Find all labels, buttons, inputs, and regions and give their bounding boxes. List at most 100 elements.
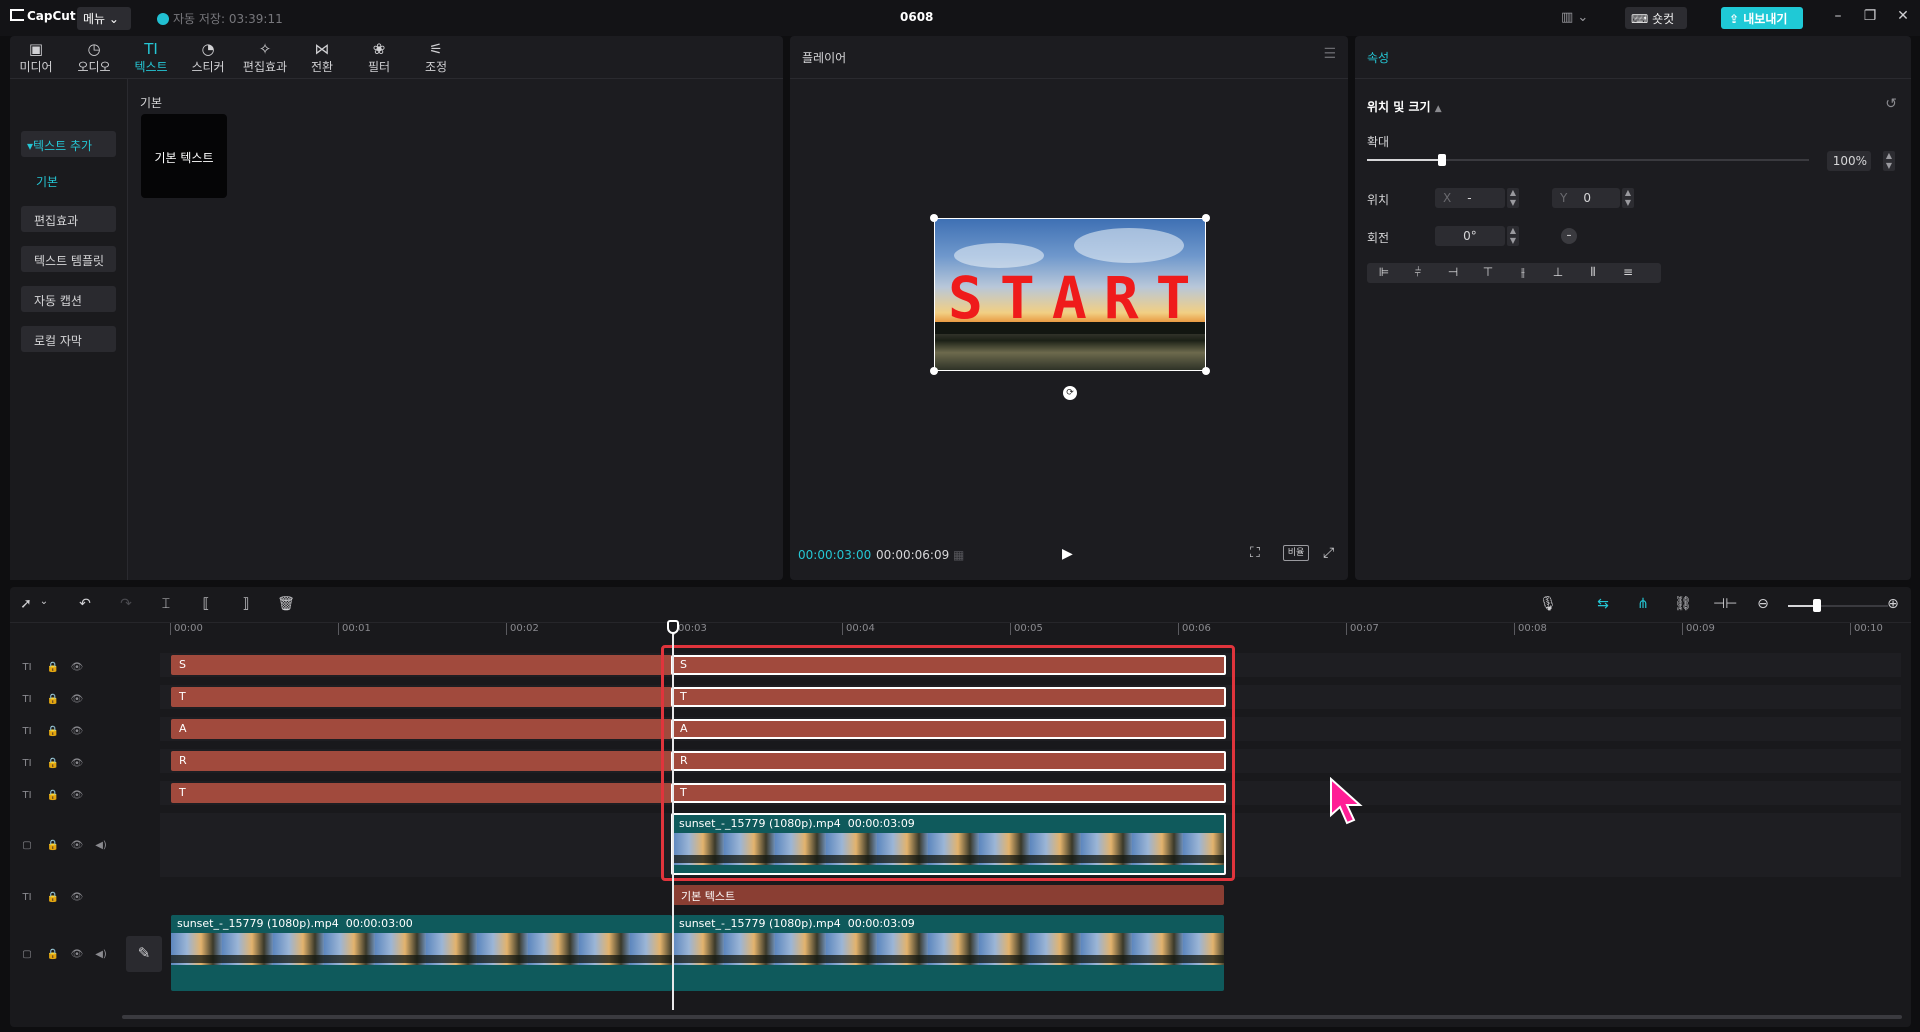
tab-media[interactable]: ▣ 미디어 (10, 40, 62, 75)
sidebar-item-effects[interactable]: 편집효과 (21, 206, 116, 232)
split-right-icon[interactable]: ⟧ (236, 596, 256, 612)
base-text-clip[interactable]: 기본 텍스트 (673, 885, 1224, 905)
tab-audio[interactable]: ◷ 오디오 (68, 40, 120, 75)
position-size-group[interactable]: 위치 및 크기 ▲ (1367, 98, 1442, 115)
shortcut-button[interactable]: ⌨ 숏컷 (1625, 7, 1687, 29)
timecode-grid-icon[interactable]: ▦ (953, 548, 964, 562)
basic-text-card[interactable]: 기본 텍스트 (141, 114, 227, 198)
delete-icon[interactable]: 🗑 (276, 596, 296, 612)
text-clip-a[interactable]: A (171, 719, 672, 739)
play-icon[interactable]: ▶ (1062, 546, 1073, 562)
visibility-icon[interactable]: 👁 (70, 790, 84, 801)
rotate-handle-icon[interactable]: ⟳ (1063, 386, 1077, 400)
menu-button[interactable]: 메뉴 ⌄ (77, 7, 131, 30)
lock-icon[interactable]: 🔒 (46, 790, 60, 801)
timeline-scrollbar[interactable] (122, 1015, 1902, 1019)
sidebar-item-add-text[interactable]: ▾텍스트 추가 (21, 131, 116, 157)
close-icon[interactable]: ✕ (1894, 8, 1912, 24)
distribute-h-icon[interactable]: ⫴ (1582, 265, 1604, 280)
align-top-icon[interactable]: ⊤ (1477, 265, 1499, 279)
text-clip-r[interactable]: R (171, 751, 672, 771)
microphone-icon[interactable]: 🎙 (1538, 596, 1558, 612)
text-clip-s[interactable]: S (171, 655, 672, 675)
align-center-h-icon[interactable]: ⫩ (1407, 265, 1429, 280)
tab-adjust[interactable]: ⚟ 조정 (410, 40, 462, 75)
redo-icon[interactable]: ↷ (116, 596, 136, 612)
tab-text[interactable]: TI 텍스트 (125, 40, 177, 75)
fullscreen-icon[interactable]: ⤢ (1323, 545, 1334, 561)
lock-icon[interactable]: 🔒 (46, 758, 60, 769)
layout-icon[interactable]: ▥ ⌄ (1561, 10, 1591, 26)
resize-handle[interactable] (930, 367, 938, 375)
time-ruler[interactable]: 00:00 00:01 00:02 00:03 00:04 00:05 00:0… (170, 621, 1911, 637)
cover-edit-icon[interactable]: ✎ (126, 936, 162, 972)
link-icon[interactable]: ⛓ (1673, 596, 1693, 612)
text-clip-t[interactable]: T (171, 687, 672, 707)
main-track-magnet-icon[interactable]: ⇆ (1593, 596, 1613, 612)
align-bottom-icon[interactable]: ⊥ (1547, 265, 1569, 279)
chevron-down-icon[interactable]: ⌄ (34, 596, 54, 607)
sidebar-item-auto-caption[interactable]: 자동 캡션 (21, 286, 116, 312)
lock-icon[interactable]: 🔒 (46, 694, 60, 705)
fit-screen-icon[interactable]: ⛶ (1250, 545, 1260, 561)
rotation-stepper[interactable]: ▲ ▼ (1507, 226, 1519, 246)
sidebar-item-basic[interactable]: 기본 (36, 173, 58, 190)
align-right-icon[interactable]: ⊣ (1442, 265, 1464, 279)
tab-effects[interactable]: ✧ 편집효과 (239, 40, 291, 75)
reset-icon[interactable]: ↺ (1885, 96, 1897, 112)
rotation-input[interactable]: 0° (1435, 226, 1505, 246)
tab-transition[interactable]: ⋈ 전환 (296, 40, 348, 75)
scale-input[interactable]: 100% (1827, 151, 1871, 171)
rotation-dial-icon[interactable]: – (1561, 228, 1577, 244)
split-left-icon[interactable]: ⟦ (196, 596, 216, 612)
sidebar-item-templates[interactable]: 텍스트 템플릿 (21, 246, 116, 272)
visibility-icon[interactable]: 👁 (70, 949, 84, 960)
zoom-slider-knob[interactable] (1813, 599, 1821, 612)
preview-axis-icon[interactable]: ⊣⊢ (1713, 596, 1737, 612)
resize-handle[interactable] (1202, 214, 1210, 222)
zoom-out-icon[interactable]: ⊖ (1753, 596, 1773, 612)
minimize-icon[interactable]: – (1829, 8, 1847, 24)
main-video-clip-b[interactable]: sunset_-_15779 (1080p).mp4 00:00:03:09 (673, 915, 1224, 991)
position-x-stepper[interactable]: ▲ ▼ (1507, 188, 1519, 208)
position-x-input[interactable]: X- (1435, 188, 1505, 208)
distribute-v-icon[interactable]: ≡ (1617, 265, 1639, 279)
visibility-icon[interactable]: 👁 (70, 892, 84, 903)
visibility-icon[interactable]: 👁 (70, 758, 84, 769)
lock-icon[interactable]: 🔒 (46, 892, 60, 903)
visibility-icon[interactable]: 👁 (70, 726, 84, 737)
sidebar-item-local-subtitle[interactable]: 로컬 자막 (21, 326, 116, 352)
tab-filter[interactable]: ❀ 필터 (353, 40, 405, 75)
resize-handle[interactable] (930, 214, 938, 222)
select-arrow-icon[interactable]: ➚ (16, 596, 36, 612)
align-left-icon[interactable]: ⊫ (1373, 265, 1395, 279)
hamburger-menu-icon[interactable]: ☰ (1323, 46, 1336, 62)
visibility-icon[interactable]: 👁 (70, 694, 84, 705)
main-video-clip-a[interactable]: sunset_-_15779 (1080p).mp4 00:00:03:00 (171, 915, 672, 991)
position-y-stepper[interactable]: ▲ ▼ (1622, 188, 1634, 208)
playhead[interactable] (672, 624, 674, 1010)
lock-icon[interactable]: 🔒 (46, 726, 60, 737)
audio-mute-icon[interactable]: ◀) (94, 949, 108, 960)
scale-stepper[interactable]: ▲ ▼ (1883, 151, 1895, 171)
restore-icon[interactable]: ❐ (1861, 8, 1879, 24)
selection-frame[interactable] (934, 218, 1206, 371)
lock-icon[interactable]: 🔒 (46, 949, 60, 960)
export-button[interactable]: ⇪ 내보내기 (1721, 7, 1803, 29)
split-icon[interactable]: ⌶ (156, 596, 176, 612)
zoom-in-icon[interactable]: ⊕ (1883, 596, 1903, 612)
auto-snap-icon[interactable]: ⋔ (1633, 596, 1653, 612)
visibility-icon[interactable]: 👁 (70, 840, 84, 851)
undo-icon[interactable]: ↶ (75, 596, 95, 612)
visibility-icon[interactable]: 👁 (70, 662, 84, 673)
scale-slider-knob[interactable] (1438, 154, 1447, 166)
position-y-input[interactable]: Y0 (1552, 188, 1620, 208)
lock-icon[interactable]: 🔒 (46, 662, 60, 673)
resize-handle[interactable] (1202, 367, 1210, 375)
playhead-handle[interactable] (667, 620, 679, 634)
lock-icon[interactable]: 🔒 (46, 840, 60, 851)
tab-sticker[interactable]: ◔ 스티커 (182, 40, 234, 75)
audio-mute-icon[interactable]: ◀) (94, 840, 108, 851)
ratio-button[interactable]: 비율 (1283, 545, 1309, 561)
text-clip-t2[interactable]: T (171, 783, 672, 803)
